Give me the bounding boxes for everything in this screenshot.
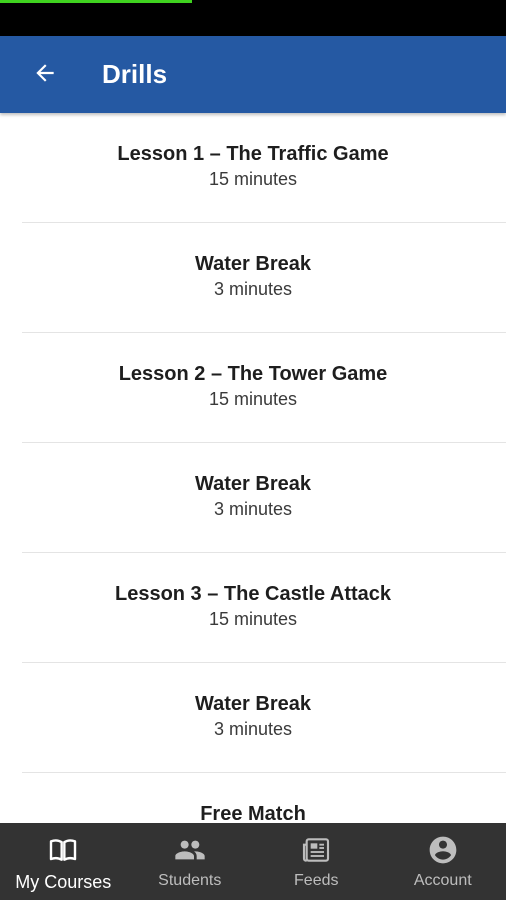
drill-title: Free Match: [200, 803, 306, 823]
drill-title: Lesson 3 – The Castle Attack: [114, 583, 392, 605]
nav-account[interactable]: Account: [380, 823, 506, 900]
status-bar: [0, 0, 506, 36]
drill-title: Lesson 1 – The Traffic Game: [117, 143, 389, 165]
page-title: Drills: [102, 59, 168, 89]
newspaper-icon: [299, 833, 333, 867]
drill-list-item[interactable]: Lesson 2 – The Tower Game 15 minutes: [22, 333, 506, 443]
nav-my-courses[interactable]: My Courses: [0, 823, 127, 900]
drill-duration: 3 minutes: [213, 499, 293, 519]
drill-list-item[interactable]: Water Break 3 minutes: [22, 443, 506, 553]
arrow-left-icon: [32, 60, 58, 91]
back-button[interactable]: [22, 52, 68, 98]
drill-duration: 15 minutes: [208, 609, 298, 629]
drill-title: Water Break: [195, 473, 311, 495]
people-icon: [173, 833, 207, 867]
nav-label: Feeds: [294, 872, 339, 889]
nav-students[interactable]: Students: [127, 823, 254, 900]
app-bar: Drills: [0, 36, 506, 113]
nav-label: My Courses: [15, 872, 112, 892]
drill-list-item[interactable]: Water Break 3 minutes: [22, 223, 506, 333]
drill-title: Water Break: [195, 693, 311, 715]
drill-duration: 15 minutes: [208, 169, 298, 189]
drill-title: Lesson 2 – The Tower Game: [118, 363, 388, 385]
book-icon: [46, 833, 80, 867]
nav-feeds[interactable]: Feeds: [253, 823, 380, 900]
drill-list[interactable]: Lesson 1 – The Traffic Game 15 minutes W…: [0, 113, 506, 823]
drill-duration: 3 minutes: [213, 719, 293, 739]
nav-label: Students: [158, 872, 222, 889]
bottom-navigation: My Courses Students Feeds Account: [0, 823, 506, 900]
account-circle-icon: [426, 833, 460, 867]
drill-duration: 3 minutes: [213, 279, 293, 299]
drill-list-item[interactable]: Water Break 3 minutes: [22, 663, 506, 773]
drill-duration: 15 minutes: [208, 389, 298, 409]
drill-list-item[interactable]: Lesson 3 – The Castle Attack 15 minutes: [22, 553, 506, 663]
loading-progress-bar: [0, 0, 193, 3]
nav-label: Account: [413, 872, 472, 889]
drill-list-item[interactable]: Lesson 1 – The Traffic Game 15 minutes: [22, 113, 506, 223]
drill-title: Water Break: [195, 253, 311, 275]
drill-list-item[interactable]: Free Match: [22, 773, 506, 823]
